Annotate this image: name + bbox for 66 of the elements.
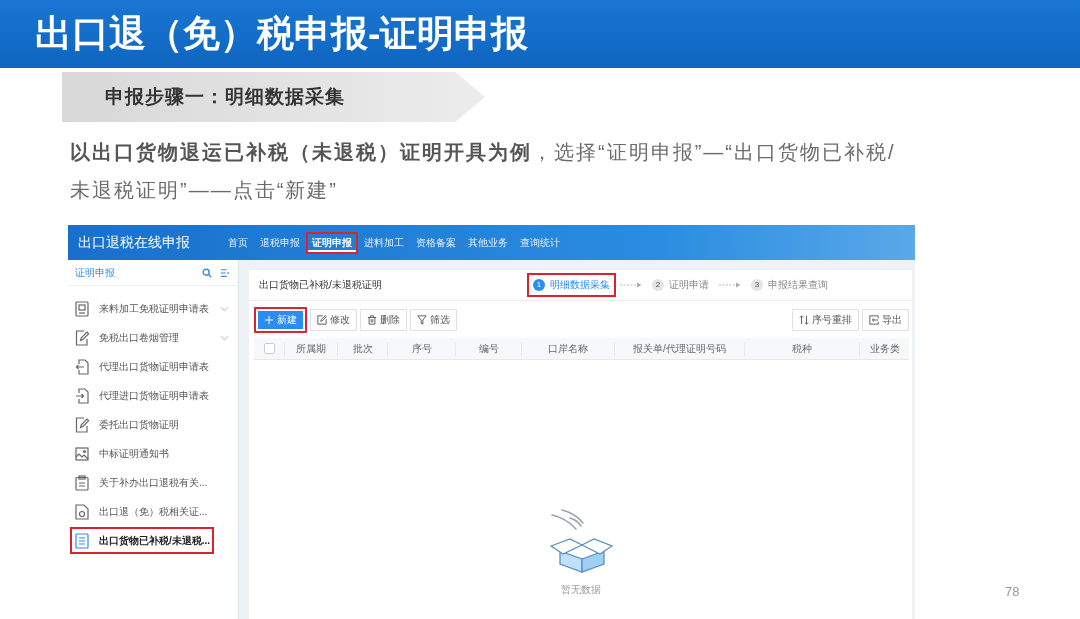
sidebar-item[interactable]: 代理进口货物证明申请表: [70, 382, 214, 409]
slide-title: 出口退（免）税申报-证明申报: [35, 13, 529, 55]
sidebar-title: 证明申报: [75, 265, 116, 280]
nav-tab[interactable]: 其他业务: [462, 231, 514, 254]
menu-icon[interactable]: [220, 267, 230, 278]
sidebar-item[interactable]: 代理出口货物证明申请表: [70, 353, 214, 380]
step-label: 明细数据采集: [550, 278, 610, 292]
toolbar-button[interactable]: 序号重排: [792, 309, 859, 331]
toolbar-button[interactable]: 筛选: [410, 309, 457, 331]
sidebar-item[interactable]: 出口退（免）税相关证...: [70, 498, 214, 525]
document-arrow-icon: [75, 358, 89, 375]
plus-icon: [264, 315, 274, 325]
export-icon: [869, 315, 879, 325]
edit-icon: [317, 315, 327, 325]
arrow-icon: [620, 282, 642, 288]
app-title: 出口退税在线申报: [77, 233, 191, 252]
edit-icon: [75, 416, 89, 433]
step-label: 证明申请: [669, 278, 709, 292]
document-seal-icon: [75, 503, 89, 520]
column-header: 报关单/代理证明号码: [614, 341, 744, 356]
step-number: 2: [652, 279, 664, 291]
column-header: 所属期: [284, 341, 337, 356]
open-box-icon: [547, 509, 614, 573]
edit-icon: [75, 329, 89, 346]
step-label: 申报结果查询: [768, 278, 828, 292]
nav-tab[interactable]: 退税申报: [254, 231, 306, 254]
sidebar-item[interactable]: 委托出口货物证明: [70, 411, 214, 438]
document-icon: [75, 532, 89, 549]
instruction-text: 以出口货物退运已补税（未退税）证明开具为例，选择“证明申报”—“出口货物已补税/未退税证明”——点击“新建”: [70, 140, 897, 203]
column-header: 批次: [337, 341, 387, 356]
search-icon[interactable]: [202, 267, 212, 278]
nav-tab[interactable]: 首页: [222, 231, 254, 254]
nav-tab[interactable]: 证明申报: [306, 231, 358, 254]
panel-title: 出口货物已补税/未退税证明: [259, 278, 383, 292]
column-header: 序号: [387, 341, 455, 356]
document-arrow-icon: [75, 387, 89, 404]
step-banner: 申报步骤一：明细数据采集: [62, 72, 485, 122]
filter-icon: [417, 315, 427, 325]
clipboard-icon: [75, 474, 89, 491]
document-icon: [75, 300, 89, 317]
chevron-down-icon[interactable]: [220, 305, 229, 312]
column-header: 口岸名称: [521, 341, 614, 356]
column-header: 业务类: [859, 341, 909, 356]
arrow-icon: [719, 282, 741, 288]
sidebar-item[interactable]: 出口货物已补税/未退税...: [70, 527, 214, 554]
column-header: 编号: [455, 341, 521, 356]
chevron-down-icon[interactable]: [220, 334, 229, 341]
sidebar-item[interactable]: 来料加工免税证明申请表: [70, 295, 214, 322]
column-header: 税种: [744, 341, 859, 356]
select-all-checkbox[interactable]: [263, 343, 275, 354]
sidebar-item[interactable]: 关于补办出口退税有关...: [70, 469, 214, 496]
page-number: 78: [1005, 584, 1020, 599]
sidebar-item[interactable]: 免税出口卷烟管理: [70, 324, 214, 351]
nav-tab[interactable]: 进料加工: [358, 231, 410, 254]
nav-tab[interactable]: 查询统计: [514, 231, 566, 254]
nav-tab[interactable]: 资格备案: [410, 231, 462, 254]
sort-icon: [799, 315, 809, 325]
toolbar-button[interactable]: 删除: [360, 309, 407, 331]
trash-icon: [367, 315, 377, 325]
step-number: 1: [533, 279, 545, 291]
step-number: 3: [751, 279, 763, 291]
empty-message: 暂无数据: [560, 583, 601, 597]
toolbar-button[interactable]: 修改: [310, 309, 357, 331]
toolbar-button[interactable]: 导出: [862, 309, 909, 331]
picture-icon: [75, 445, 89, 462]
sidebar-item[interactable]: 中标证明通知书: [70, 440, 214, 467]
